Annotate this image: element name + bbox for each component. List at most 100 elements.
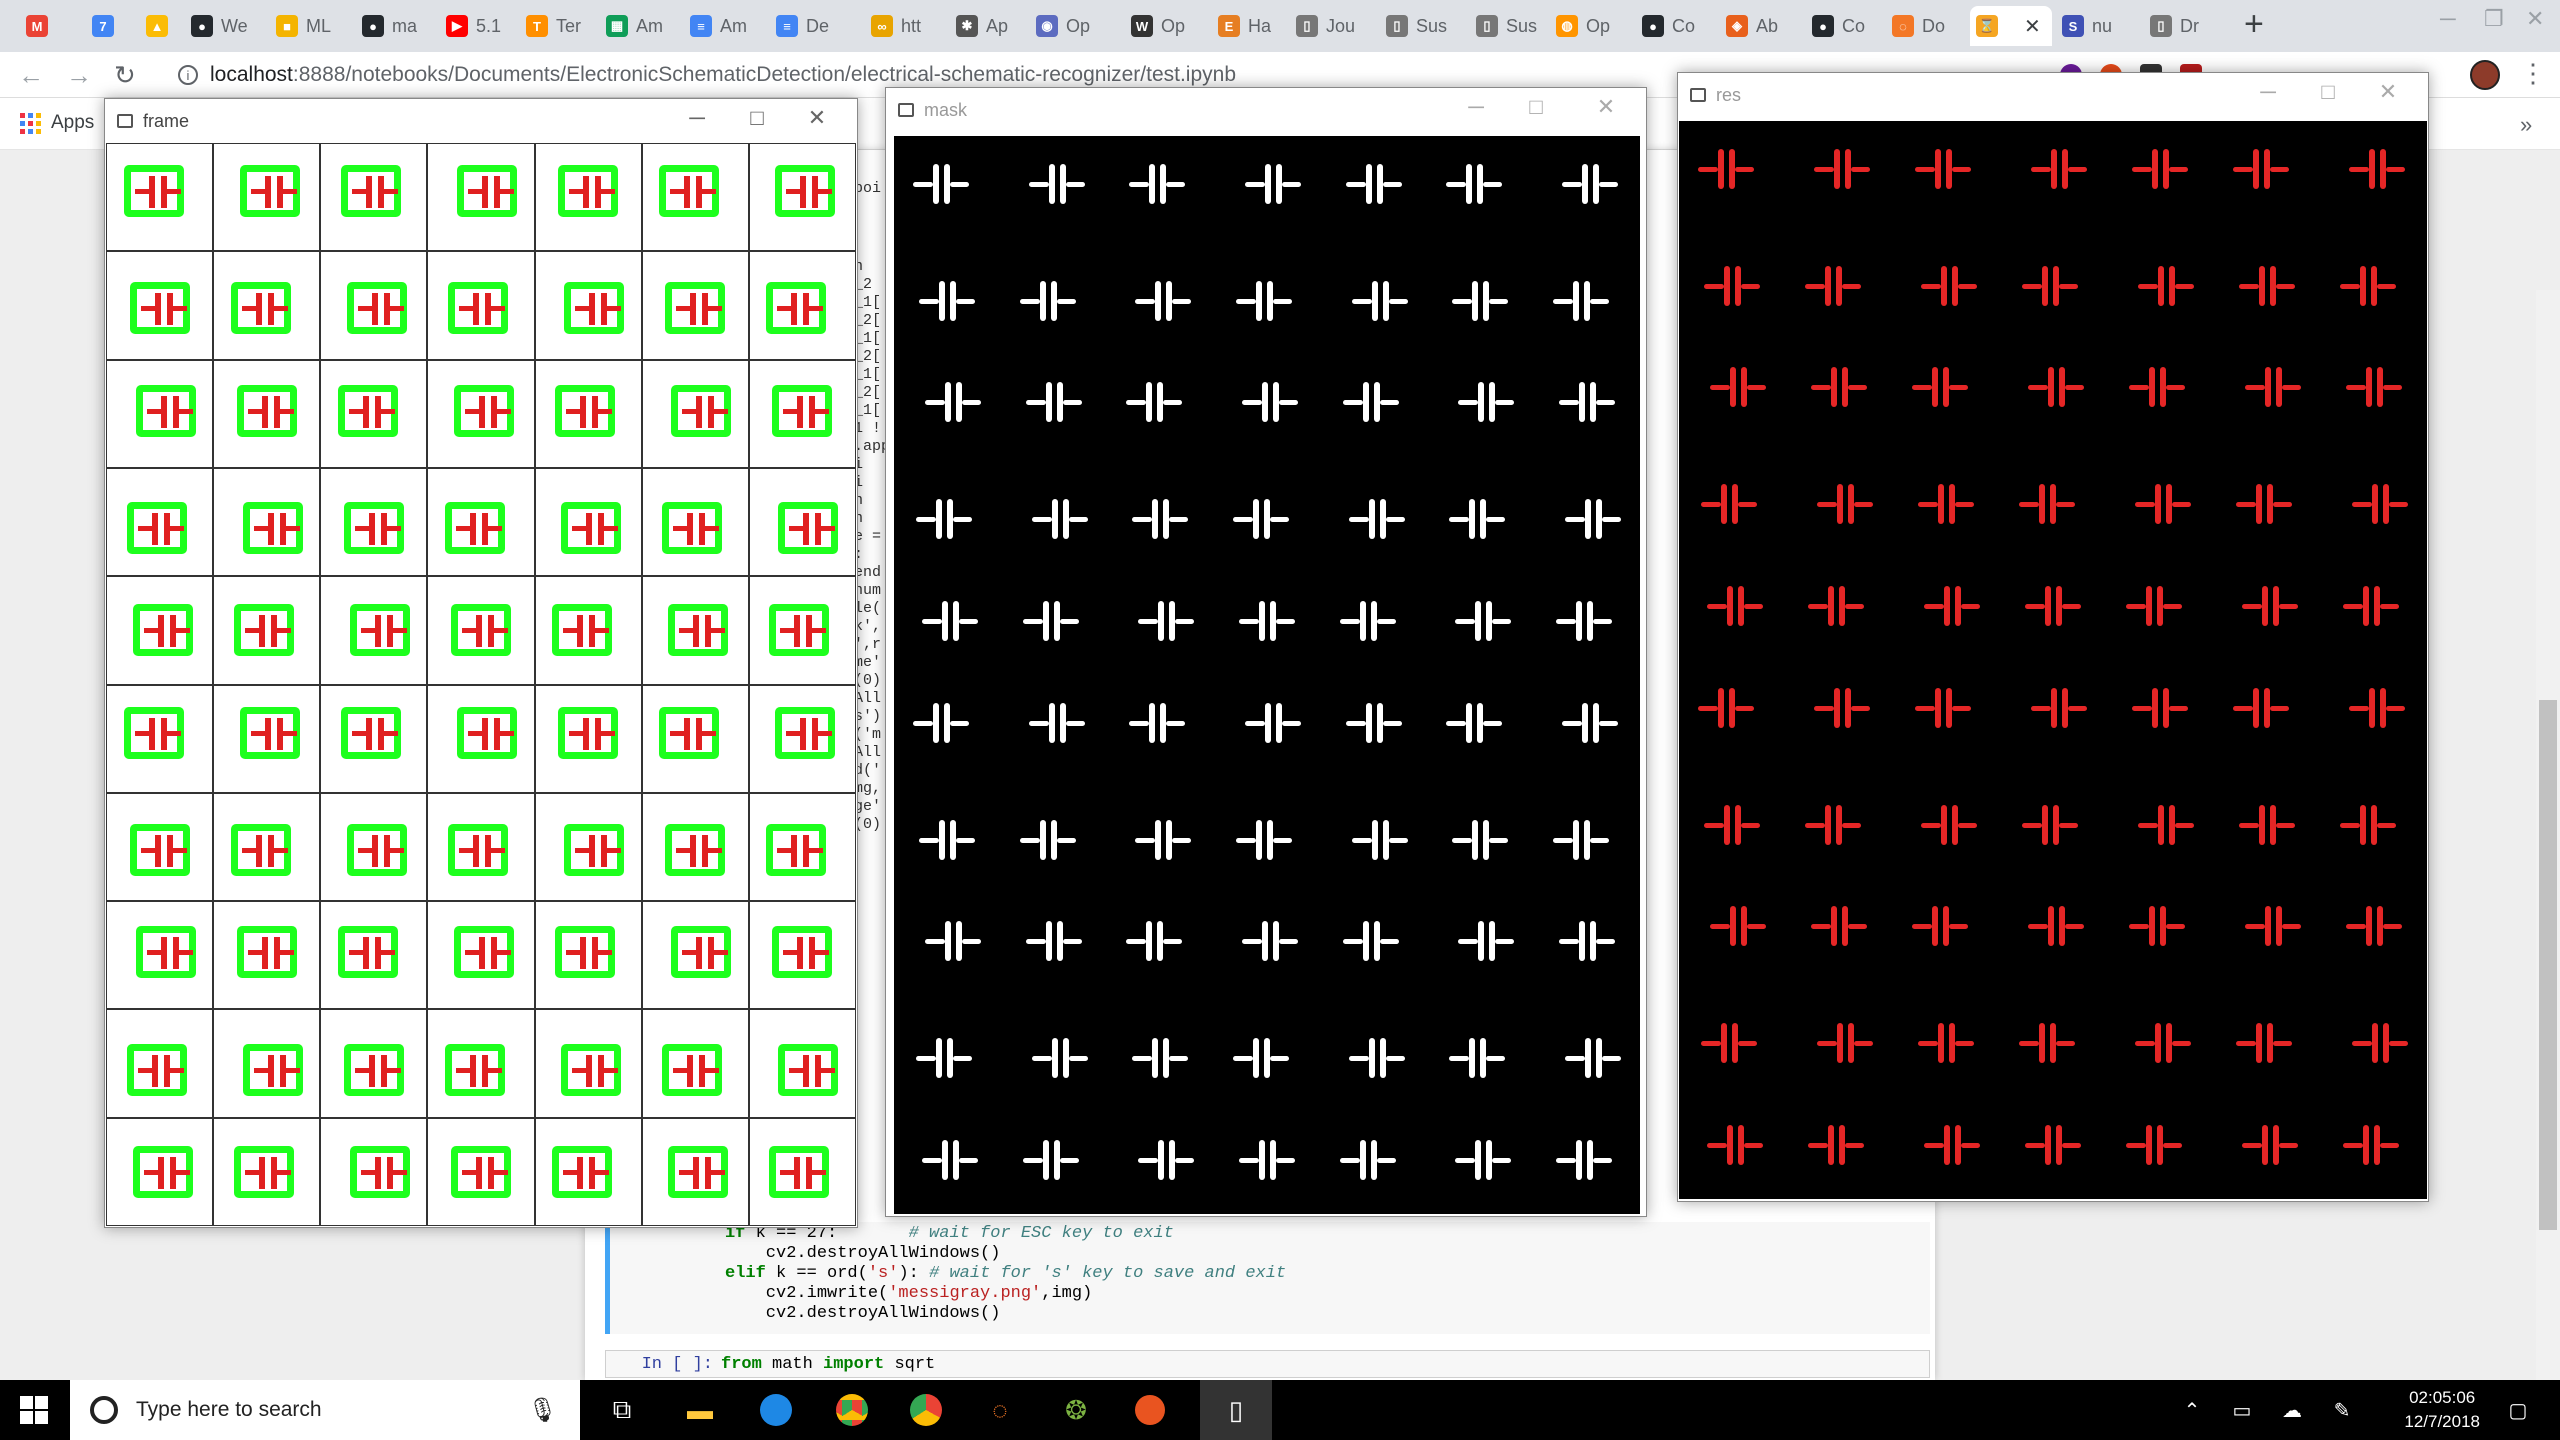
browser-tab[interactable]: ● We xyxy=(185,6,265,46)
browser-tab[interactable]: ◈ Ab xyxy=(1720,6,1800,46)
capacitor-symbol xyxy=(490,306,505,312)
browser-tab[interactable]: ▦ Am xyxy=(600,6,680,46)
browser-tab[interactable]: ● Co xyxy=(1636,6,1716,46)
capacitor-mask-cell xyxy=(894,136,1001,244)
browser-tab[interactable]: M xyxy=(20,6,66,46)
chevron-up-icon[interactable]: ⌃ xyxy=(2170,1388,2214,1432)
browser-tab[interactable]: ⌛ ✕ xyxy=(1970,6,2052,46)
browser-tab[interactable]: T Ter xyxy=(520,6,600,46)
minimize-icon[interactable]: ─ xyxy=(677,105,717,131)
close-icon[interactable]: ✕ xyxy=(1586,94,1626,120)
browser-tab[interactable]: ▯ Jou xyxy=(1290,6,1370,46)
avatar[interactable] xyxy=(2470,60,2500,90)
browser-tab[interactable]: ▯ Dr xyxy=(2144,6,2224,46)
code-cell[interactable]: if k == 27: # wait for ESC key to exit c… xyxy=(605,1222,1930,1334)
minimize-icon[interactable]: ─ xyxy=(1456,94,1496,120)
taskbar-search-input[interactable]: Type here to search 🎙 xyxy=(70,1380,580,1440)
frame-window[interactable]: frame ─ □ ✕ xyxy=(104,98,858,1228)
capacitor-symbol xyxy=(172,306,187,312)
tab-close-icon[interactable]: ✕ xyxy=(2024,14,2041,39)
detection-box xyxy=(769,604,830,657)
browser-tab[interactable]: ◉ Op xyxy=(1030,6,1110,46)
capacitor-mask-cell xyxy=(2320,876,2427,984)
capacitor-symbol xyxy=(354,526,373,532)
browser-tab[interactable]: ▯ Sus xyxy=(1380,6,1460,46)
document-app-icon[interactable]: ▯ xyxy=(1200,1380,1272,1440)
page-scrollbar[interactable] xyxy=(2536,290,2560,1380)
anaconda-icon[interactable]: ❂ xyxy=(1054,1388,1098,1432)
close-icon[interactable]: ✕ xyxy=(797,105,837,131)
browser-tab[interactable]: Snu xyxy=(2056,6,2136,46)
detection-box xyxy=(453,384,514,437)
battery-icon[interactable]: ▭ xyxy=(2220,1388,2264,1432)
pen-icon[interactable]: ✎ xyxy=(2320,1388,2364,1432)
ubuntu-icon[interactable] xyxy=(1128,1388,1172,1432)
capacitor-symbol xyxy=(1344,154,1404,214)
next-code-cell[interactable]: In [ ]: from math import sqrt xyxy=(605,1350,1930,1378)
new-tab-button[interactable]: + xyxy=(2244,4,2264,44)
browser-tab[interactable]: ✱ Ap xyxy=(950,6,1030,46)
taskbar-clock[interactable]: 02:05:06 12/7/2018 xyxy=(2404,1386,2480,1434)
info-icon[interactable]: i xyxy=(178,65,198,85)
reload-icon[interactable]: ↻ xyxy=(114,60,136,91)
minimize-icon[interactable]: ─ xyxy=(2248,79,2288,105)
scrollbar-thumb[interactable] xyxy=(2539,700,2557,1230)
maximize-icon[interactable]: □ xyxy=(2308,79,2348,105)
browser-tab[interactable]: ● Co xyxy=(1806,6,1886,46)
capacitor-symbol xyxy=(595,628,610,634)
capacitor-cell xyxy=(106,792,214,902)
capacitor-mask-cell xyxy=(1679,337,1786,445)
menu-icon[interactable]: ⋮ xyxy=(2520,58,2546,89)
browser-tab[interactable]: ● ma xyxy=(356,6,436,46)
chevron-right-icon[interactable]: » xyxy=(2520,112,2532,138)
capacitor-mask-cell xyxy=(1107,459,1214,567)
microphone-icon[interactable]: 🎙 xyxy=(528,1396,558,1425)
task-view-icon[interactable]: ⧉ xyxy=(600,1388,644,1432)
maximize-icon[interactable]: □ xyxy=(1516,94,1556,120)
capacitor-symbol xyxy=(279,408,294,414)
minimize-icon[interactable]: ─ xyxy=(2440,6,2456,32)
thunderbird-icon[interactable] xyxy=(754,1388,798,1432)
notifications-icon[interactable]: ▢ xyxy=(2496,1388,2540,1432)
mask-window[interactable]: mask ─ □ ✕ xyxy=(885,87,1647,1217)
browser-tab[interactable]: ∞ htt xyxy=(865,6,945,46)
browser-tab[interactable]: ▲ xyxy=(140,6,186,46)
capacitor-symbol xyxy=(1136,1130,1196,1190)
browser-tab[interactable]: E Ha xyxy=(1212,6,1292,46)
maximize-icon[interactable]: □ xyxy=(737,105,777,131)
browser-tab[interactable]: ◌ Do xyxy=(1886,6,1966,46)
capacitor-mask-cell xyxy=(1214,567,1321,675)
forward-icon[interactable]: → xyxy=(66,60,92,91)
capacitor-cell xyxy=(213,467,321,577)
capacitor-symbol xyxy=(455,526,474,532)
browser-tab[interactable]: ▯ Sus xyxy=(1470,6,1550,46)
browser-tab[interactable]: ≡ Am xyxy=(684,6,764,46)
capacitor-symbol xyxy=(1705,576,1765,636)
browser-tab[interactable]: ◍ Op xyxy=(1550,6,1630,46)
browser-tab[interactable]: ▶ 5.1 xyxy=(440,6,520,46)
detection-box xyxy=(555,384,616,437)
browser-tab[interactable]: W Op xyxy=(1125,6,1205,46)
close-icon[interactable]: ✕ xyxy=(2368,79,2408,105)
capacitor-symbol xyxy=(1231,1028,1291,1088)
file-explorer-icon[interactable]: ▬ xyxy=(678,1388,722,1432)
capacitor-cell xyxy=(641,576,749,685)
capacitor-cell xyxy=(320,467,428,577)
onedrive-icon[interactable]: ☁ xyxy=(2270,1388,2314,1432)
chrome-icon[interactable] xyxy=(904,1388,948,1432)
maximize-icon[interactable]: ❐ xyxy=(2484,6,2504,32)
jupyter-icon[interactable]: ◌ xyxy=(978,1388,1022,1432)
browser-tab[interactable]: ≡ De xyxy=(770,6,850,46)
capacitor-symbol xyxy=(285,1067,300,1073)
back-icon[interactable]: ← xyxy=(18,60,44,91)
close-icon[interactable]: ✕ xyxy=(2526,6,2544,32)
capacitor-symbol xyxy=(1240,911,1300,971)
res-window[interactable]: res ─ □ ✕ xyxy=(1677,72,2429,1202)
chrome-icon[interactable] xyxy=(830,1388,874,1432)
bookmark-apps[interactable]: Apps xyxy=(20,112,94,134)
document-icon: ▯ xyxy=(2150,15,2172,37)
windows-start-icon[interactable] xyxy=(12,1388,56,1432)
browser-tab[interactable]: ■ ML xyxy=(270,6,350,46)
browser-tab[interactable]: 7 xyxy=(86,6,132,46)
capacitor-symbol xyxy=(1696,678,1756,738)
